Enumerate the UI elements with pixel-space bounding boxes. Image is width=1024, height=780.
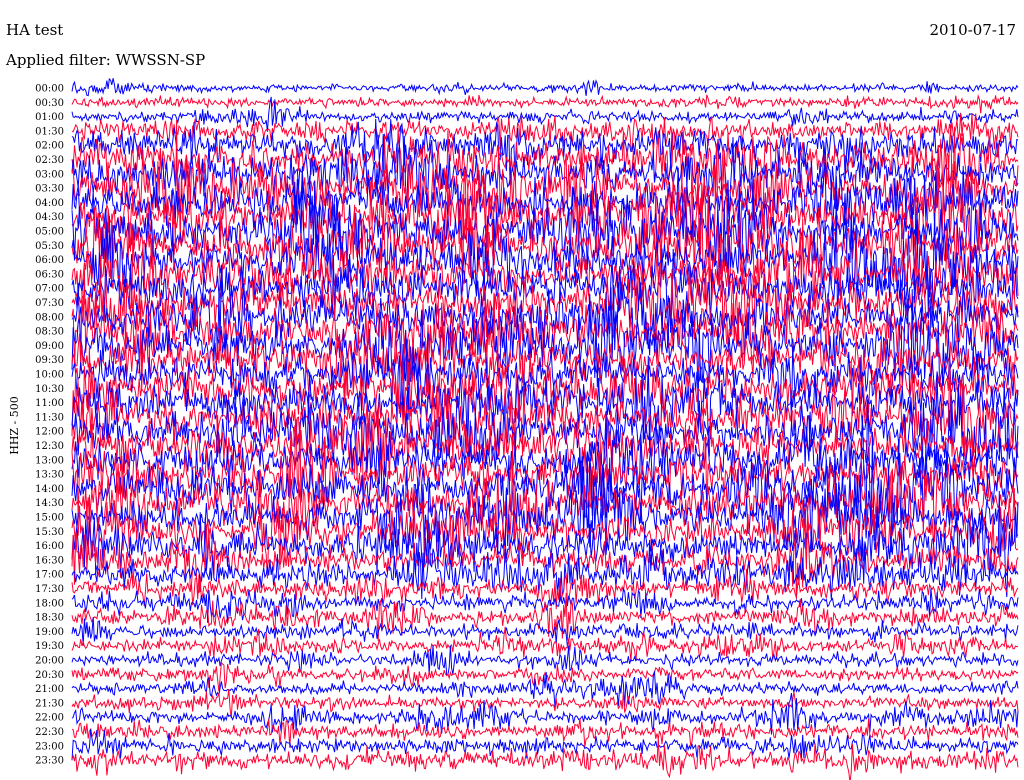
row-label: 05:30: [35, 241, 64, 252]
row-label: 17:30: [35, 584, 64, 595]
row-label: 12:00: [35, 427, 64, 438]
row-label: 18:30: [35, 613, 64, 624]
row-label: 16:00: [35, 541, 64, 552]
chart-date: 2010-07-17: [929, 21, 1016, 39]
row-label: 07:30: [35, 298, 64, 309]
row-label: 07:00: [35, 284, 64, 295]
row-label: 02:30: [35, 155, 64, 166]
row-label: 20:30: [35, 670, 64, 681]
row-label: 21:30: [35, 698, 64, 709]
row-label: 06:00: [35, 255, 64, 266]
row-label: 04:30: [35, 212, 64, 223]
row-label: 22:30: [35, 727, 64, 738]
row-label: 12:30: [35, 441, 64, 452]
row-label: 08:30: [35, 327, 64, 338]
row-label-group: 00:00 00:30 01:00 01:30 02:00 02:30 03:00 03:30…: [35, 84, 64, 767]
trace-row-43: [71, 689, 1019, 718]
row-label: 14:30: [35, 498, 64, 509]
row-label: 01:00: [35, 112, 64, 123]
row-label: 10:00: [35, 370, 64, 381]
row-label: 08:00: [35, 312, 64, 323]
helicorder-plot: 00:00 00:30 01:00 01:30 02:00 02:30 03:00 03:30…: [35, 77, 1019, 780]
row-label: 03:30: [35, 184, 64, 195]
row-label: 13:00: [35, 455, 64, 466]
row-label: 23:30: [35, 756, 64, 767]
row-label: 01:30: [35, 126, 64, 137]
filter-label: Applied filter: WWSSN-SP: [6, 51, 206, 69]
row-label: 06:30: [35, 269, 64, 280]
trace-row-0: [71, 77, 1019, 97]
row-label: 11:30: [35, 412, 64, 423]
row-label: 02:00: [35, 141, 64, 152]
row-label: 09:00: [35, 341, 64, 352]
chart-title: HA test: [6, 21, 64, 39]
row-label: 23:00: [35, 741, 64, 752]
trace-row-1: [71, 94, 1019, 114]
row-label: 05:00: [35, 227, 64, 238]
row-label: 14:00: [35, 484, 64, 495]
row-label: 15:30: [35, 527, 64, 538]
row-label: 15:00: [35, 513, 64, 524]
row-label: 18:00: [35, 598, 64, 609]
trace-group: [71, 77, 1019, 780]
row-label: 21:00: [35, 684, 64, 695]
y-axis-label: HHZ - 500: [7, 395, 21, 455]
row-label: 03:00: [35, 169, 64, 180]
row-label: 09:30: [35, 355, 64, 366]
row-label: 00:30: [35, 98, 64, 109]
row-label: 19:00: [35, 627, 64, 638]
row-label: 19:30: [35, 641, 64, 652]
row-label: 20:00: [35, 656, 64, 667]
row-label: 16:30: [35, 555, 64, 566]
row-label: 22:00: [35, 713, 64, 724]
row-label: 00:00: [35, 84, 64, 95]
row-label: 10:30: [35, 384, 64, 395]
row-label: 13:30: [35, 470, 64, 481]
row-label: 04:00: [35, 198, 64, 209]
row-label: 11:00: [35, 398, 64, 409]
trace-row-45: [71, 718, 1019, 748]
row-label: 17:00: [35, 570, 64, 581]
